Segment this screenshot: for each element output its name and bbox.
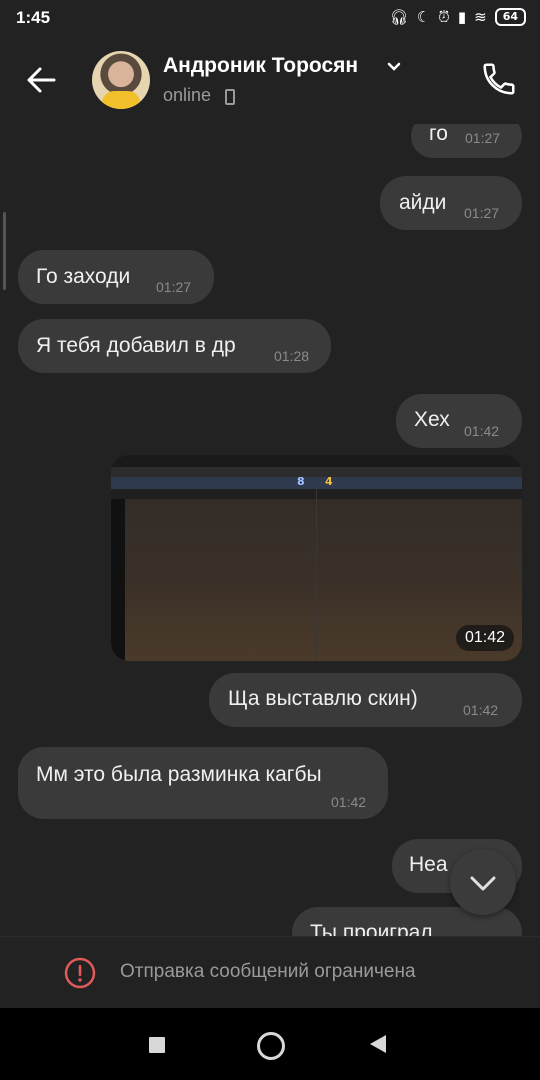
- restriction-banner: Отправка сообщений ограничена: [0, 936, 540, 1009]
- image-divider: [316, 489, 317, 661]
- status-bar: 1:45 🎧︎ ☾ ⏰︎ ▮ ≋ 64: [0, 0, 540, 38]
- message-text: го: [429, 124, 448, 145]
- nav-home-icon[interactable]: [257, 1032, 285, 1060]
- message-bubble-incoming[interactable]: Мм это была разминка кагбы 01:42: [18, 747, 388, 819]
- message-time: 01:27: [156, 279, 192, 295]
- nav-square-icon[interactable]: [149, 1037, 165, 1053]
- alarm-icon: ⏰︎: [438, 8, 450, 26]
- message-time: 01:27: [464, 205, 500, 221]
- message-text: айди: [399, 191, 447, 214]
- phone-icon: [225, 89, 235, 105]
- message-time: 01:28: [274, 348, 310, 364]
- scroll-indicator: [3, 212, 6, 290]
- image-sidenav: [111, 499, 125, 661]
- avatar[interactable]: [92, 51, 150, 109]
- message-bubble-outgoing[interactable]: го 01:27: [411, 124, 522, 158]
- message-text: Неа: [409, 853, 448, 876]
- moon-icon: ☾: [416, 8, 431, 26]
- scroll-to-bottom-button[interactable]: [450, 849, 516, 915]
- restriction-text: Отправка сообщений ограничена: [120, 961, 416, 982]
- signal-icon: ▮: [457, 8, 467, 26]
- message-time: 01:27: [465, 130, 501, 146]
- message-time: 01:42: [463, 702, 499, 718]
- message-time: 01:42: [464, 423, 500, 439]
- message-list[interactable]: го 01:27 айди 01:27 Го заходи 01:27 Я те…: [0, 124, 540, 936]
- message-text: Хех: [414, 408, 450, 431]
- chat-header: Андроник Торосян online: [0, 38, 540, 124]
- call-icon[interactable]: [480, 60, 518, 98]
- image-score-ct: 8: [297, 475, 305, 488]
- message-bubble-outgoing[interactable]: Ща выставлю скин) 01:42: [209, 673, 522, 727]
- wifi-icon: ≋: [474, 8, 487, 26]
- image-menubar: [111, 467, 522, 477]
- back-arrow-icon[interactable]: [24, 62, 60, 98]
- message-bubble-incoming[interactable]: Я тебя добавил в др 01:28: [18, 319, 331, 373]
- message-text: Ща выставлю скин): [228, 687, 418, 710]
- image-message[interactable]: 8 4 01:42: [111, 455, 522, 661]
- message-bubble-outgoing[interactable]: Хех 01:42: [396, 394, 522, 448]
- image-scoreboard: [111, 477, 522, 489]
- message-bubble-outgoing[interactable]: айди 01:27: [380, 176, 522, 230]
- image-time: 01:42: [455, 625, 514, 651]
- chevron-down-icon[interactable]: [387, 62, 401, 72]
- battery-icon: 64: [494, 8, 526, 26]
- status-icons: 🎧︎ ☾ ⏰︎ ▮ ≋ 64: [390, 8, 526, 26]
- presence-status: online: [163, 85, 212, 105]
- chevron-down-icon: [470, 876, 496, 891]
- headphones-icon: 🎧︎: [389, 8, 409, 26]
- nav-back-icon[interactable]: [370, 1035, 386, 1053]
- message-text: Го заходи: [36, 265, 131, 288]
- image-topbar: [111, 455, 522, 467]
- message-text: Ты проиграл: [310, 921, 433, 936]
- message-text: Я тебя добавил в др: [36, 334, 236, 357]
- warning-icon: [64, 957, 96, 989]
- message-time: 01:42: [331, 794, 367, 810]
- system-nav-bar: [0, 1008, 540, 1080]
- message-bubble-incoming[interactable]: Го заходи 01:27: [18, 250, 214, 304]
- message-text: Мм это была разминка кагбы: [36, 763, 322, 786]
- image-score-t: 4: [325, 475, 333, 488]
- contact-name[interactable]: Андроник Торосян: [163, 54, 358, 78]
- status-time: 1:45: [16, 8, 51, 27]
